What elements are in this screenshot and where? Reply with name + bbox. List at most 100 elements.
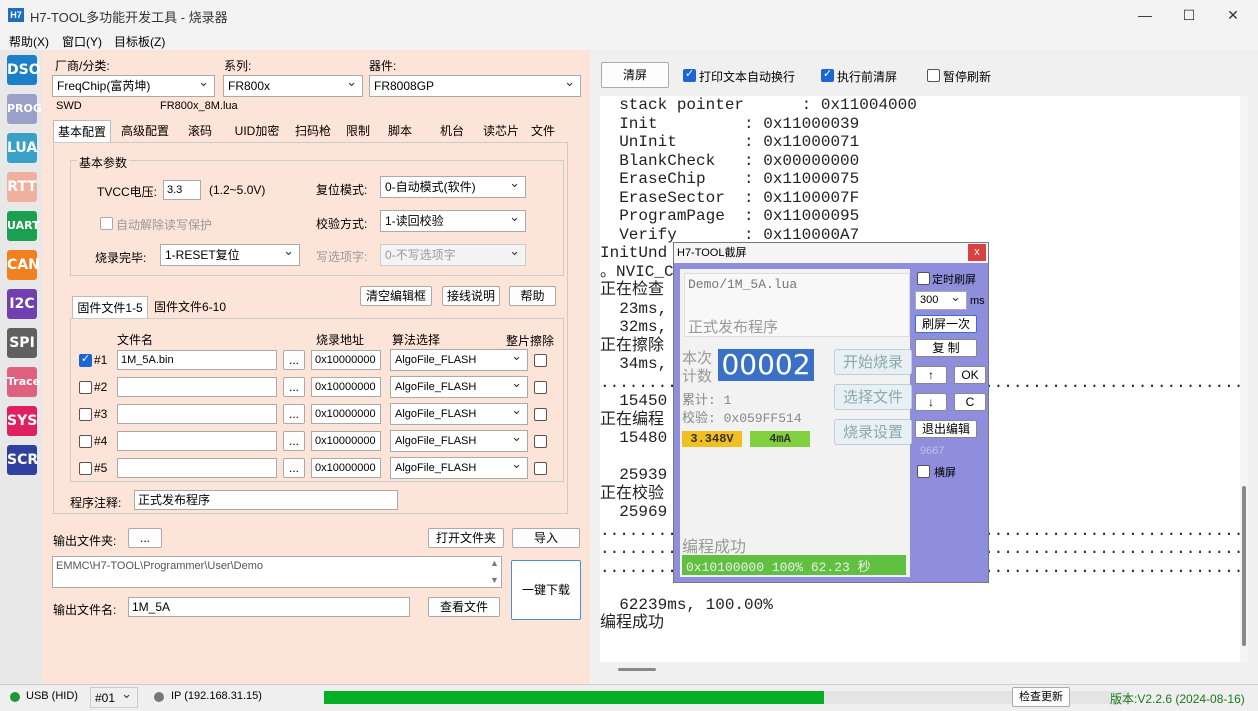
file-name-input[interactable] xyxy=(117,458,277,478)
close-button[interactable]: ✕ xyxy=(1218,4,1248,26)
exit-edit-button[interactable]: 退出编辑 xyxy=(915,420,977,438)
view-file-button[interactable]: 查看文件 xyxy=(428,597,500,617)
tool-uart-button[interactable]: UART xyxy=(7,211,40,241)
file-name-input[interactable] xyxy=(117,431,277,451)
refresh-once-button[interactable]: 刷屏一次 xyxy=(915,315,977,333)
down-button[interactable]: ↓ xyxy=(915,393,947,411)
dialog-close-button[interactable]: x xyxy=(968,244,986,261)
open-folder-button[interactable]: 打开文件夹 xyxy=(428,528,504,548)
tool-sys-button[interactable]: SYS xyxy=(7,406,37,436)
auto-wrap-checkbox[interactable] xyxy=(683,67,696,82)
series-select[interactable]: FR800x xyxy=(223,75,363,97)
tab-limit[interactable]: 限制 xyxy=(340,120,376,142)
finish-select[interactable]: 1-RESET复位 xyxy=(160,244,300,266)
file-browse-button[interactable]: ... xyxy=(283,458,305,478)
tvcc-input[interactable]: 3.3 xyxy=(163,180,201,200)
up-button[interactable]: ↑ xyxy=(915,366,947,384)
file-erase-checkbox[interactable] xyxy=(534,435,547,448)
file-row-checkbox[interactable] xyxy=(79,381,92,394)
timed-refresh-checkbox[interactable] xyxy=(917,272,930,285)
tool-scr-button[interactable]: SCR xyxy=(7,445,38,475)
help-button[interactable]: 帮助 xyxy=(509,286,556,306)
file-row-checkbox[interactable] xyxy=(79,462,92,475)
menu-window[interactable]: 窗口(Y) xyxy=(62,33,102,50)
tab-script[interactable]: 脚本 xyxy=(382,120,418,142)
tab-firmware-1-5[interactable]: 固件文件1-5 xyxy=(72,296,148,318)
console-scrollbar[interactable] xyxy=(1240,96,1248,662)
check-update-button[interactable]: 检查更新 xyxy=(1012,687,1070,707)
file-erase-checkbox[interactable] xyxy=(534,462,547,475)
device-select[interactable]: FR8008GP xyxy=(369,75,581,97)
c-button[interactable]: C xyxy=(954,393,986,411)
file-algo-select[interactable]: AlgoFile_FLASH xyxy=(390,349,528,371)
clear-before-checkbox[interactable] xyxy=(821,67,834,82)
minimize-button[interactable]: — xyxy=(1130,4,1160,26)
output-name-input[interactable]: 1M_5A xyxy=(128,597,410,617)
file-algo-select[interactable]: AlgoFile_FLASH xyxy=(390,403,528,425)
file-name-input[interactable] xyxy=(117,404,277,424)
tool-lua-button[interactable]: LUA xyxy=(7,133,37,163)
vendor-select[interactable]: FreqChip(富芮坤) xyxy=(52,75,215,97)
file-row-checkbox[interactable] xyxy=(79,352,92,367)
landscape-checkbox[interactable] xyxy=(917,465,930,478)
tab-basic[interactable]: 基本配置 xyxy=(53,120,111,142)
file-address-input[interactable]: 0x10000000 xyxy=(311,377,381,397)
file-erase-checkbox[interactable] xyxy=(534,381,547,394)
file-erase-checkbox[interactable] xyxy=(534,408,547,421)
file-algo-select[interactable]: AlgoFile_FLASH xyxy=(390,376,528,398)
file-browse-button[interactable]: ... xyxy=(283,377,305,397)
file-algo-select[interactable]: AlgoFile_FLASH xyxy=(390,457,528,479)
tab-file[interactable]: 文件 xyxy=(528,120,558,142)
clear-screen-button[interactable]: 清屏 xyxy=(601,62,669,88)
tab-scanner[interactable]: 扫码枪 xyxy=(290,120,336,142)
tab-machine[interactable]: 机台 xyxy=(434,120,470,142)
tool-trace-button[interactable]: Trace xyxy=(7,367,40,397)
output-path-box[interactable]: EMMC\H7-TOOL\Programmer\User\Demo xyxy=(52,556,502,588)
program-settings-button[interactable]: 烧录设置 xyxy=(834,419,912,445)
interval-select[interactable]: 300 xyxy=(915,291,967,310)
file-address-input[interactable]: 0x10000000 xyxy=(311,431,381,451)
start-program-button[interactable]: 开始烧录 xyxy=(834,349,912,375)
file-name-input[interactable]: 1M_5A.bin xyxy=(117,350,277,370)
note-input[interactable]: 正式发布程序 xyxy=(134,490,398,510)
tool-rtt-button[interactable]: RTT xyxy=(7,172,37,202)
tab-advanced[interactable]: 高级配置 xyxy=(115,120,175,142)
port-select[interactable]: #01 xyxy=(90,687,138,708)
menu-help[interactable]: 帮助(X) xyxy=(9,33,49,50)
auto-unlock-checkbox[interactable] xyxy=(100,217,113,230)
select-file-button[interactable]: 选择文件 xyxy=(834,384,912,410)
ok-button[interactable]: OK xyxy=(954,366,986,384)
file-address-input[interactable]: 0x10000000 xyxy=(311,350,381,370)
import-button[interactable]: 导入 xyxy=(512,528,580,548)
file-browse-button[interactable]: ... xyxy=(283,350,305,370)
scroll-down-icon[interactable]: ▼ xyxy=(490,575,499,585)
wiring-button[interactable]: 接线说明 xyxy=(442,286,500,306)
pause-refresh-checkbox[interactable] xyxy=(927,69,940,82)
tool-i2c-button[interactable]: I2C xyxy=(7,289,37,319)
menu-target[interactable]: 目标板(Z) xyxy=(114,33,165,50)
reset-mode-select[interactable]: 0-自动模式(软件) xyxy=(380,176,526,198)
console-hscroll-thumb[interactable] xyxy=(618,668,656,671)
file-browse-button[interactable]: ... xyxy=(283,431,305,451)
file-browse-button[interactable]: ... xyxy=(283,404,305,424)
clear-edit-button[interactable]: 清空编辑框 xyxy=(360,286,432,306)
maximize-button[interactable]: ☐ xyxy=(1174,4,1204,26)
tool-dso-button[interactable]: DSO xyxy=(7,55,41,85)
copy-button[interactable]: 复 制 xyxy=(915,339,977,357)
file-algo-select[interactable]: AlgoFile_FLASH xyxy=(390,430,528,452)
scroll-up-icon[interactable]: ▲ xyxy=(490,558,499,568)
tool-spi-button[interactable]: SPI xyxy=(7,328,37,358)
tool-can-button[interactable]: CAN xyxy=(7,250,40,280)
tab-read-chip[interactable]: 读芯片 xyxy=(478,120,524,142)
file-address-input[interactable]: 0x10000000 xyxy=(311,458,381,478)
tab-uid-encrypt[interactable]: UID加密 xyxy=(228,120,286,142)
one-click-download-button[interactable]: 一键下载 xyxy=(511,560,581,620)
tool-prog-button[interactable]: PROG xyxy=(7,94,42,124)
file-row-checkbox[interactable] xyxy=(79,408,92,421)
tab-firmware-6-10[interactable]: 固件文件6-10 xyxy=(150,296,230,318)
file-address-input[interactable]: 0x10000000 xyxy=(311,404,381,424)
file-erase-checkbox[interactable] xyxy=(534,354,547,367)
file-row-checkbox[interactable] xyxy=(79,435,92,448)
file-name-input[interactable] xyxy=(117,377,277,397)
tab-rolling-code[interactable]: 滚码 xyxy=(180,120,220,142)
